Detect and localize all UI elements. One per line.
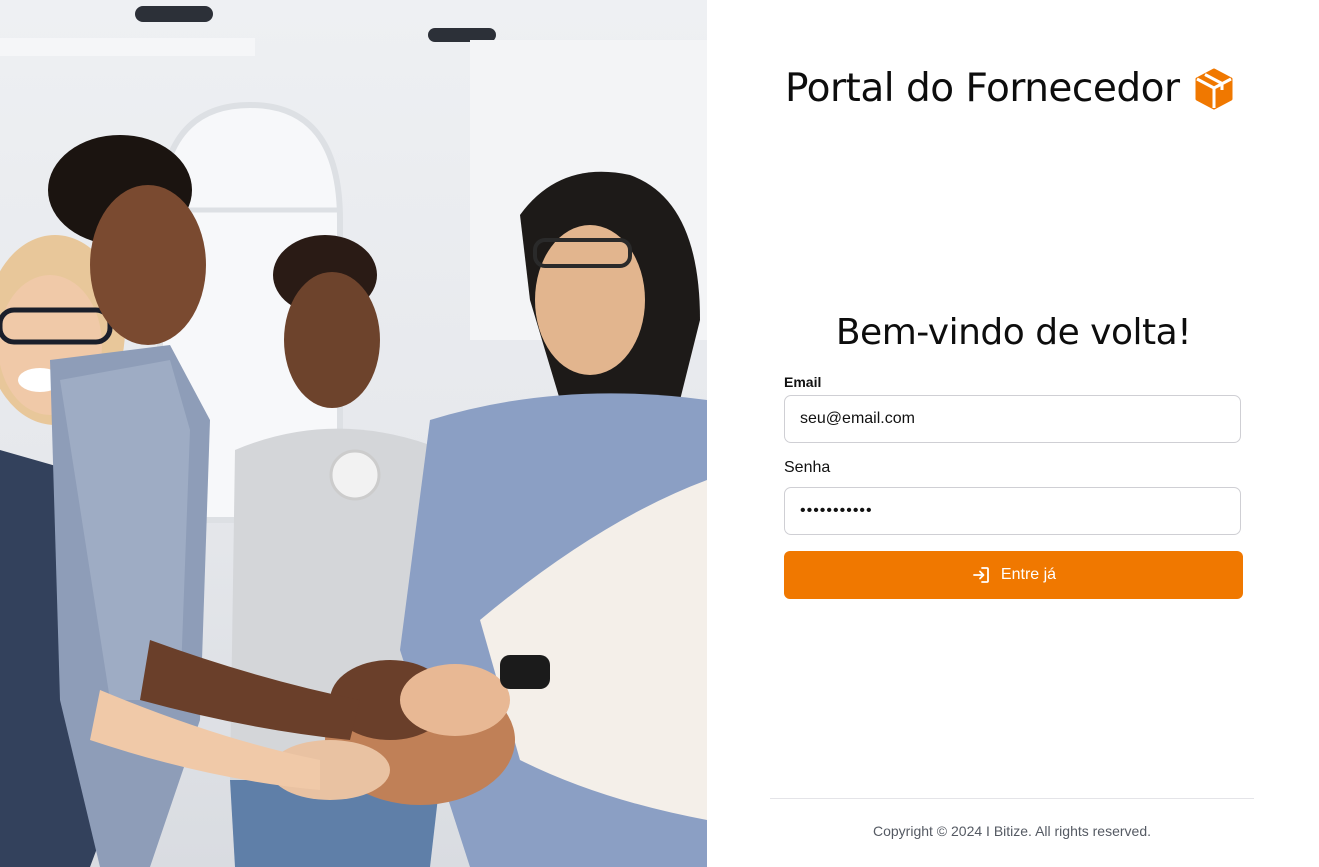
email-input[interactable]	[784, 395, 1241, 443]
login-page: Portal do Fornecedor Bem-vindo de volta!…	[0, 0, 1319, 867]
sign-in-icon	[971, 565, 991, 585]
portal-title: Portal do Fornecedor	[785, 66, 1180, 111]
copyright-text: Copyright © 2024 I Bitize. All rights re…	[873, 823, 1151, 839]
brand-header: Portal do Fornecedor	[785, 66, 1236, 111]
team-photo-illustration	[0, 6, 707, 867]
welcome-heading: Bem-vindo de volta!	[835, 312, 1192, 353]
login-button-label: Entre já	[1000, 566, 1057, 583]
email-label: Email	[784, 374, 822, 390]
footer-divider	[770, 798, 1254, 799]
login-button[interactable]: Entre já	[784, 551, 1243, 599]
hero-image	[0, 0, 707, 867]
login-panel: Portal do Fornecedor Bem-vindo de volta!…	[707, 0, 1319, 867]
login-form: Email Senha Entre já	[784, 374, 1243, 599]
package-box-icon	[1192, 67, 1236, 111]
password-label: Senha	[784, 459, 831, 476]
password-input[interactable]	[784, 487, 1241, 535]
